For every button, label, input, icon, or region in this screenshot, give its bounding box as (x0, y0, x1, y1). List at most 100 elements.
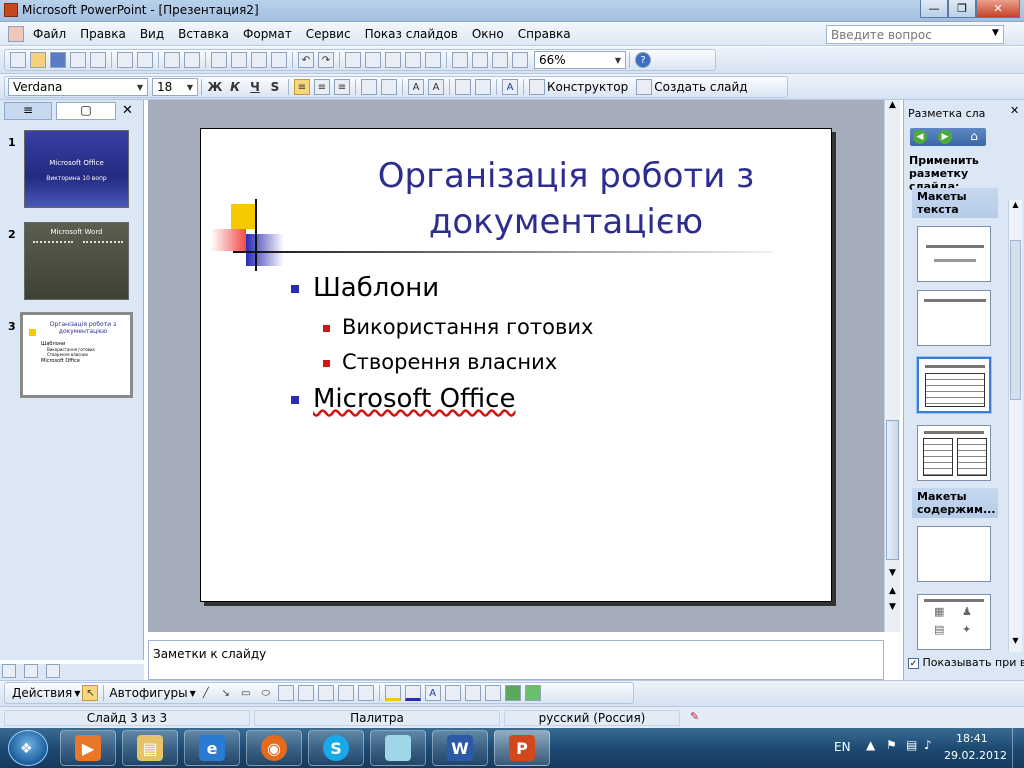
help-search-input[interactable]: Введите вопрос (826, 25, 1004, 44)
scroll-thumb[interactable] (1010, 240, 1021, 400)
layout-title-only[interactable] (917, 226, 991, 282)
show-formatting-icon[interactable] (472, 52, 488, 68)
taskbar-firefox[interactable]: ◉ (246, 730, 302, 766)
menu-edit[interactable]: Правка (73, 22, 133, 46)
italic-button[interactable]: К (227, 79, 243, 95)
current-slide[interactable]: Організація роботи з документацією Шабло… (200, 128, 832, 602)
shadow-button[interactable]: S (267, 79, 283, 95)
menu-tools[interactable]: Сервис (299, 22, 358, 46)
print-preview-icon[interactable] (137, 52, 153, 68)
layout-blank[interactable] (917, 526, 991, 582)
scroll-down-icon[interactable]: ▼ (1009, 636, 1022, 645)
taskbar-skype[interactable]: S (308, 730, 364, 766)
layout-title-text-selected[interactable] (916, 356, 992, 414)
close-button[interactable]: ✕ (976, 0, 1020, 18)
slide-thumbnail-1[interactable]: Microsoft Office Викторина 10 вопр (24, 130, 129, 208)
taskbar-notes-app[interactable] (370, 730, 426, 766)
tab-outline[interactable]: ≡ (4, 102, 52, 120)
vertical-scrollbar[interactable]: ▲ ▼ ▲ ▼ (884, 100, 900, 632)
scroll-up-icon[interactable]: ▲ (885, 100, 900, 116)
section-text-layouts[interactable]: Макеты текста (912, 188, 998, 218)
help-icon[interactable]: ? (635, 52, 651, 68)
document-icon[interactable] (8, 25, 24, 42)
bullet-level1[interactable]: Microsoft Office (291, 384, 515, 414)
insert-picture-icon[interactable] (405, 52, 421, 68)
3d-style-icon[interactable] (524, 685, 541, 701)
help-dropdown-icon[interactable]: ▼ (992, 28, 999, 38)
expand-all-icon[interactable] (452, 52, 468, 68)
scroll-up-icon[interactable]: ▲ (1009, 200, 1022, 209)
taskbar-explorer[interactable]: ▤ (122, 730, 178, 766)
layout-title[interactable] (917, 290, 991, 346)
copy-icon[interactable] (231, 52, 247, 68)
picture-icon[interactable] (357, 685, 374, 701)
action-center-flag-icon[interactable]: ⚑ (886, 738, 897, 752)
actions-menu[interactable]: Действия (12, 686, 72, 700)
start-button[interactable]: ❖ (8, 730, 48, 766)
taskbar-media-player[interactable]: ▶ (60, 730, 116, 766)
color-grayscale-icon[interactable] (512, 52, 528, 68)
underline-button[interactable]: Ч (247, 79, 263, 95)
new-icon[interactable] (10, 52, 26, 68)
taskbar-word[interactable]: W (432, 730, 488, 766)
grid-icon[interactable] (492, 52, 508, 68)
select-pointer-icon[interactable]: ↖ (82, 685, 99, 701)
bold-button[interactable]: Ж (207, 79, 223, 95)
email-icon[interactable] (90, 52, 106, 68)
slide-thumbnail-3-selected[interactable]: Організація роботи з документацією Шабло… (20, 312, 133, 398)
font-color-icon[interactable]: A (424, 685, 441, 701)
taskbar-powerpoint-active[interactable]: P (494, 730, 550, 766)
bullet-level2[interactable]: Створення власних (323, 350, 557, 374)
notes-pane[interactable]: Заметки к слайду (148, 640, 884, 680)
tab-slides[interactable]: ▢ (56, 102, 116, 120)
oval-icon[interactable]: ⬭ (258, 685, 274, 701)
line-color-icon[interactable] (404, 685, 421, 701)
font-combo[interactable]: Verdana ▼ (8, 78, 148, 96)
paste-icon[interactable] (251, 52, 267, 68)
restore-button[interactable]: ❐ (948, 0, 976, 18)
fill-color-icon[interactable] (384, 685, 401, 701)
textbox-icon[interactable] (277, 685, 294, 701)
shadow-style-icon[interactable] (504, 685, 521, 701)
close-pane-icon[interactable]: ✕ (122, 103, 133, 118)
clipart-icon[interactable] (337, 685, 354, 701)
menu-help[interactable]: Справка (511, 22, 578, 46)
menu-view[interactable]: Вид (133, 22, 171, 46)
rectangle-icon[interactable]: ▭ (238, 685, 254, 701)
previous-slide-icon[interactable]: ▲ (885, 586, 900, 602)
bullet-level2[interactable]: Використання готових (323, 315, 593, 339)
layout-two-columns[interactable] (917, 425, 991, 481)
menu-slideshow[interactable]: Показ слайдов (358, 22, 465, 46)
taskpane-title[interactable]: Разметка сла (908, 107, 985, 120)
align-center-icon[interactable]: ≡ (314, 79, 330, 95)
designer-button[interactable]: Конструктор (547, 80, 628, 94)
dash-style-icon[interactable] (464, 685, 481, 701)
menu-window[interactable]: Окно (465, 22, 511, 46)
menu-insert[interactable]: Вставка (171, 22, 236, 46)
show-on-insert-option[interactable]: ✓ Показывать при вс (908, 656, 1024, 669)
slide-thumbnail-2[interactable]: Microsoft Word (24, 222, 129, 300)
arrow-style-icon[interactable] (484, 685, 501, 701)
menu-format[interactable]: Формат (236, 22, 299, 46)
show-hidden-icons[interactable]: ▲ (866, 738, 875, 752)
align-left-icon[interactable]: ≡ (294, 79, 310, 95)
close-taskpane-icon[interactable]: ✕ (1010, 104, 1019, 117)
layout-content[interactable]: ▦ ♟ ▤ ✦ (917, 594, 991, 650)
tables-borders-icon[interactable] (385, 52, 401, 68)
next-slide-icon[interactable]: ▼ (885, 602, 900, 618)
undo-icon[interactable]: ↶ (298, 52, 314, 68)
decrease-font-icon[interactable]: A (428, 79, 444, 95)
spelling-status-icon[interactable]: ✎ (690, 710, 699, 723)
slideshow-view-icon[interactable] (45, 664, 60, 678)
section-content-layouts[interactable]: Макеты содержим... (912, 488, 998, 518)
wordart-icon[interactable] (297, 685, 314, 701)
bullet-level1[interactable]: Шаблони (291, 273, 439, 303)
bullets-icon[interactable] (381, 79, 397, 95)
permission-icon[interactable] (70, 52, 86, 68)
save-icon[interactable] (50, 52, 66, 68)
menu-file[interactable]: Файл (26, 22, 73, 46)
print-icon[interactable] (117, 52, 133, 68)
network-icon[interactable]: ▤ (906, 738, 917, 752)
diagram-icon[interactable] (317, 685, 334, 701)
slide-title[interactable]: Організація роботи з документацією (331, 153, 801, 245)
